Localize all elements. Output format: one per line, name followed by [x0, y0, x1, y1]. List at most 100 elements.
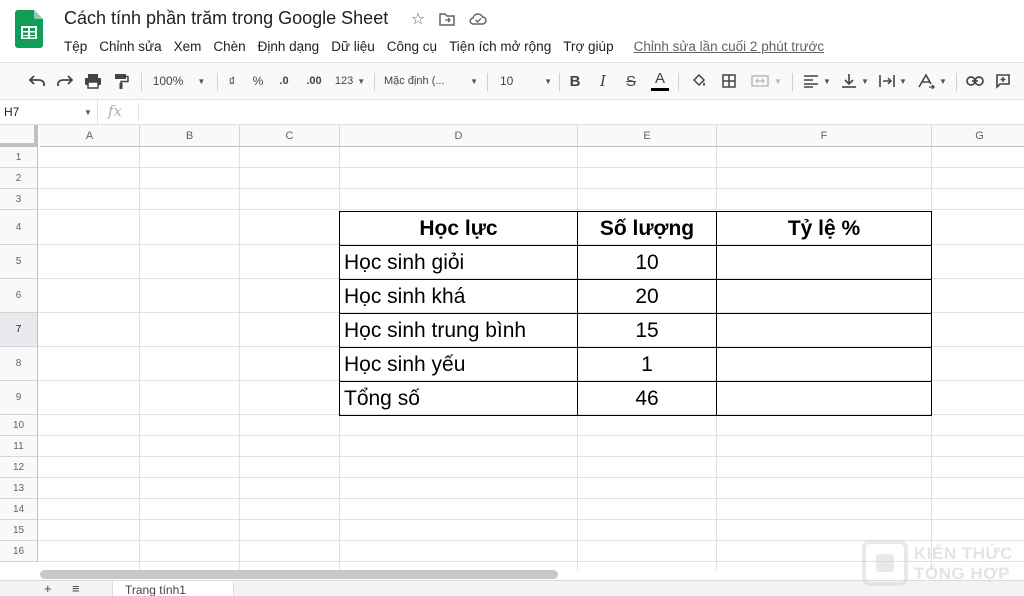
row-header-10[interactable]: 10	[0, 415, 38, 436]
row-header-2[interactable]: 2	[0, 168, 38, 189]
text-wrapping-icon[interactable]: ▼	[876, 68, 910, 94]
count-cell[interactable]: 10	[577, 245, 717, 280]
insert-link-icon[interactable]	[964, 68, 986, 94]
more-formats-select[interactable]: 123 ▼	[332, 68, 368, 94]
label-cell[interactable]: Tổng số	[339, 381, 578, 416]
row-header-4[interactable]: 4	[0, 210, 38, 245]
horizontal-scrollbar[interactable]	[40, 570, 558, 579]
watermark-text-line1: KIẾN THỨC	[914, 544, 1013, 563]
count-cell[interactable]: 1	[577, 347, 717, 382]
strikethrough-button[interactable]: S	[622, 68, 640, 94]
column-header-b[interactable]: B	[140, 125, 240, 147]
text-color-button[interactable]: A	[650, 68, 670, 94]
label-cell[interactable]: Học sinh khá	[339, 279, 578, 314]
fill-color-icon[interactable]	[688, 68, 710, 94]
chevron-down-icon: ▼	[197, 76, 206, 86]
font-family-value: Mặc định (...	[384, 75, 445, 87]
menu-help[interactable]: Trợ giúp	[563, 38, 613, 55]
grid-line	[139, 147, 140, 570]
chevron-down-icon: ▼	[544, 76, 552, 86]
header-cell-ty-le[interactable]: Tỷ lệ %	[716, 211, 932, 246]
row-header-14[interactable]: 14	[0, 499, 38, 520]
row-header-6[interactable]: 6	[0, 279, 38, 313]
last-edit-link[interactable]: Chỉnh sửa lần cuối 2 phút trước	[634, 39, 825, 54]
menu-view[interactable]: Xem	[174, 38, 202, 55]
row-header-5[interactable]: 5	[0, 245, 38, 279]
bold-button[interactable]: B	[566, 68, 584, 94]
undo-icon[interactable]	[26, 68, 48, 94]
row-header-13[interactable]: 13	[0, 478, 38, 499]
count-cell[interactable]: 46	[577, 381, 717, 416]
add-sheet-button[interactable]: +	[44, 581, 52, 596]
redo-icon[interactable]	[54, 68, 76, 94]
paint-format-icon[interactable]	[110, 68, 132, 94]
vertical-align-icon[interactable]: ▼	[838, 68, 872, 94]
header-cell-so-luong[interactable]: Số lượng	[577, 211, 717, 246]
sheets-logo-icon[interactable]	[15, 10, 43, 48]
row-header-1[interactable]: 1	[0, 147, 38, 168]
zoom-select[interactable]: 100% ▼	[150, 68, 208, 94]
grid-line	[38, 477, 1024, 478]
table-row: Học sinh giỏi 10	[339, 245, 932, 280]
italic-button[interactable]: I	[594, 68, 612, 94]
font-size-select[interactable]: 10 ▼	[496, 68, 552, 94]
move-folder-icon[interactable]	[437, 9, 457, 29]
row-header-8[interactable]: 8	[0, 347, 38, 381]
menu-extensions[interactable]: Tiện ích mở rộng	[449, 38, 551, 55]
spreadsheet-grid[interactable]: A B C D E F G 1 2 3 4 5 6 7 8 9 10 11 12…	[0, 125, 1024, 570]
decrease-decimal-button[interactable]: .0	[274, 68, 294, 94]
count-cell[interactable]: 20	[577, 279, 717, 314]
label-cell[interactable]: Học sinh yếu	[339, 347, 578, 382]
font-size-value: 10	[500, 74, 514, 88]
header: Cách tính phần trăm trong Google Sheet ☆…	[0, 0, 1024, 62]
ratio-cell[interactable]	[716, 313, 932, 348]
insert-comment-icon[interactable]	[992, 68, 1014, 94]
column-header-d[interactable]: D	[340, 125, 578, 147]
row-header-12[interactable]: 12	[0, 457, 38, 478]
text-color-label: A	[654, 70, 665, 87]
currency-format-button[interactable]: ₫	[224, 68, 240, 94]
column-header-e[interactable]: E	[578, 125, 717, 147]
borders-icon[interactable]	[718, 68, 740, 94]
watermark-logo-icon	[862, 540, 908, 586]
menu-data[interactable]: Dữ liệu	[331, 38, 375, 55]
row-header-9[interactable]: 9	[0, 381, 38, 415]
column-header-f[interactable]: F	[717, 125, 932, 147]
column-header-g[interactable]: G	[932, 125, 1024, 147]
ratio-cell[interactable]	[716, 245, 932, 280]
label-cell[interactable]: Học sinh giỏi	[339, 245, 578, 280]
column-header-a[interactable]: A	[40, 125, 140, 147]
horizontal-align-icon[interactable]: ▼	[800, 68, 834, 94]
all-sheets-button[interactable]: ≡	[72, 581, 80, 596]
menu-tools[interactable]: Công cụ	[387, 38, 437, 55]
star-icon[interactable]: ☆	[408, 9, 428, 29]
document-title[interactable]: Cách tính phần trăm trong Google Sheet	[64, 8, 388, 29]
text-rotation-icon[interactable]: ▼	[914, 68, 950, 94]
row-header-11[interactable]: 11	[0, 436, 38, 457]
row-header-7[interactable]: 7	[0, 313, 38, 347]
ratio-cell[interactable]	[716, 279, 932, 314]
chevron-down-icon[interactable]: ▼	[84, 108, 92, 117]
increase-decimal-button[interactable]: .00	[302, 68, 326, 94]
header-cell-hoc-luc[interactable]: Học lực	[339, 211, 578, 246]
sheet-tab[interactable]: Trang tính1	[112, 581, 234, 596]
percent-format-button[interactable]: %	[250, 68, 266, 94]
menu-insert[interactable]: Chèn	[213, 38, 245, 55]
merge-cells-icon[interactable]: ▼	[746, 68, 786, 94]
menu-edit[interactable]: Chỉnh sửa	[99, 38, 161, 55]
print-icon[interactable]	[82, 68, 104, 94]
select-all-corner[interactable]	[0, 125, 38, 147]
menu-format[interactable]: Định dạng	[258, 38, 320, 55]
cloud-status-icon[interactable]	[468, 9, 488, 29]
menu-file[interactable]: Tệp	[64, 38, 87, 55]
ratio-cell[interactable]	[716, 347, 932, 382]
label-cell[interactable]: Học sinh trung bình	[339, 313, 578, 348]
ratio-cell[interactable]	[716, 381, 932, 416]
row-header-3[interactable]: 3	[0, 189, 38, 210]
toolbar-separator	[559, 73, 560, 91]
font-family-select[interactable]: Mặc định (... ▼	[384, 68, 478, 94]
column-header-c[interactable]: C	[240, 125, 340, 147]
row-header-16[interactable]: 16	[0, 541, 38, 562]
count-cell[interactable]: 15	[577, 313, 717, 348]
row-header-15[interactable]: 15	[0, 520, 38, 541]
